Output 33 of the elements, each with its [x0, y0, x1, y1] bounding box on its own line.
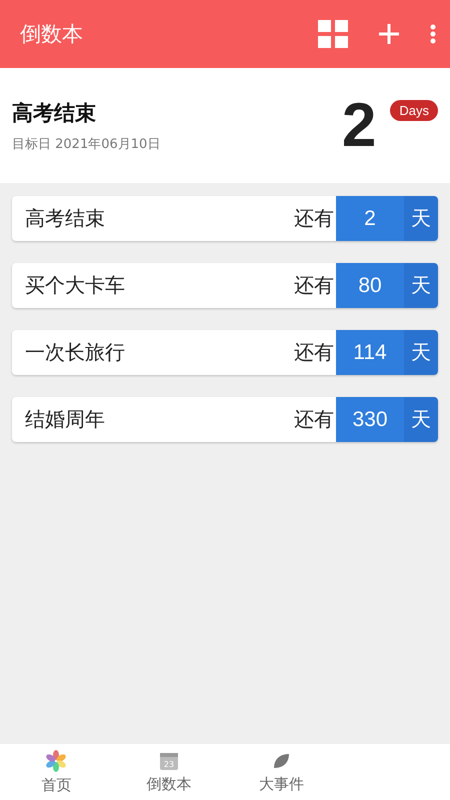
- remaining-label: 还有: [294, 272, 335, 299]
- days-count: 114: [336, 330, 404, 375]
- days-badge: Days: [390, 100, 438, 121]
- day-unit: 天: [404, 263, 438, 308]
- day-unit: 天: [404, 330, 438, 375]
- nav-tab[interactable]: 23 倒数本: [112, 744, 225, 800]
- remaining-label: 还有: [294, 406, 335, 433]
- event-card[interactable]: 结婚周年 还有 330 天: [12, 397, 438, 442]
- event-card[interactable]: 高考结束 还有 2 天: [12, 196, 438, 241]
- event-card[interactable]: 买个大卡车 还有 80 天: [12, 263, 438, 308]
- day-unit: 天: [404, 196, 438, 241]
- nav-tab[interactable]: 首页: [0, 744, 112, 800]
- app-title: 倒数本: [20, 21, 84, 48]
- target-date: 目标日 2021年06月10日: [12, 136, 162, 152]
- event-name: 一次长旅行: [24, 339, 126, 366]
- event-name: 结婚周年: [24, 406, 106, 433]
- add-icon[interactable]: [378, 23, 400, 45]
- days-count: 2: [342, 94, 376, 156]
- event-title: 高考结束: [12, 100, 97, 126]
- days-count: 2: [336, 196, 404, 241]
- remaining-label: 还有: [294, 339, 335, 366]
- grid-icon[interactable]: [318, 20, 348, 48]
- calendar-icon: 23: [158, 750, 179, 770]
- days-count: 80: [336, 263, 404, 308]
- more-icon[interactable]: [430, 24, 436, 44]
- event-name: 高考结束: [24, 205, 106, 232]
- event-card[interactable]: 一次长旅行 还有 114 天: [12, 330, 438, 375]
- event-name: 买个大卡车: [24, 272, 126, 299]
- nav-tab[interactable]: 大事件: [225, 744, 338, 800]
- remaining-label: 还有: [294, 205, 335, 232]
- day-unit: 天: [404, 397, 438, 442]
- days-count: 330: [336, 397, 404, 442]
- flower-icon: [45, 750, 68, 772]
